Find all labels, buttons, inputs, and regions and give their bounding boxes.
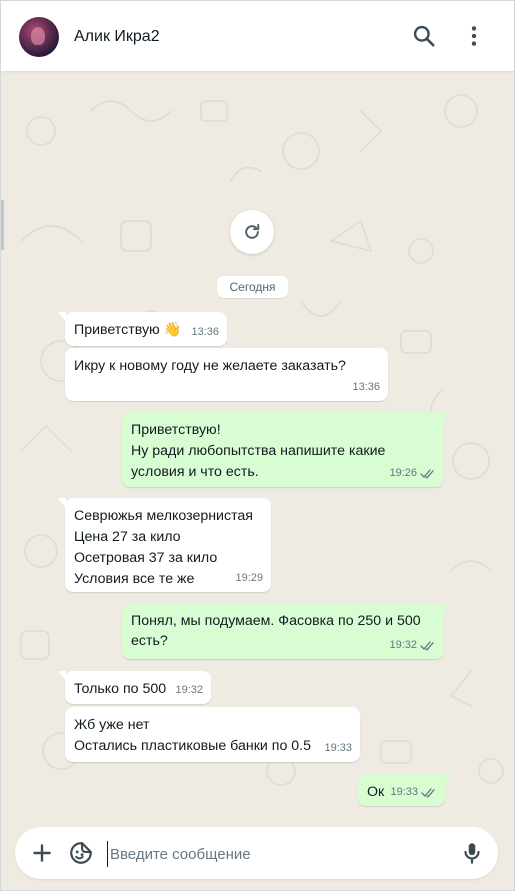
attach-button[interactable] [29, 840, 55, 866]
message-meta: 19:33 [390, 782, 437, 802]
microphone-icon [464, 843, 480, 864]
double-check-icon [420, 468, 434, 479]
message-incoming[interactable]: Приветствую 👋 13:36 [58, 312, 227, 346]
refresh-icon [245, 223, 260, 239]
menu-button[interactable] [461, 23, 487, 49]
message-incoming[interactable]: Только по 500 19:32 [58, 671, 211, 704]
message-text: Икру к новому году не желаете заказать? [74, 358, 346, 374]
double-check-icon [420, 640, 434, 651]
message-incoming[interactable]: Икру к новому году не желаете заказать? … [65, 348, 388, 401]
chat-window: Алик Икра2 Сегодня Приветствую 👋 13:36 И… [0, 0, 515, 891]
message-time: 19:26 [389, 467, 417, 479]
refresh-button[interactable] [230, 210, 274, 254]
message-text: Ок [367, 784, 385, 800]
message-incoming[interactable]: Жб уже нет Остались пластиковые банки по… [65, 707, 360, 762]
message-time: 19:32 [389, 639, 417, 651]
message-time: 13:36 [191, 326, 219, 338]
message-time: 19:32 [175, 684, 203, 696]
plus-icon [33, 844, 51, 862]
contact-avatar[interactable] [19, 17, 59, 57]
message-text: Только по 500 [74, 681, 167, 697]
scrollbar[interactable] [1, 200, 4, 250]
message-input[interactable] [107, 841, 452, 867]
message-time: 13:36 [352, 381, 380, 393]
message-text: Приветствую! Ну ради любопытства напишит… [131, 422, 386, 480]
sticker-button[interactable] [68, 840, 94, 866]
contact-name[interactable]: Алик Икра2 [74, 28, 160, 46]
chat-header: Алик Икра2 [1, 1, 514, 71]
message-text: Жб уже нет Остались пластиковые банки по… [74, 717, 312, 754]
message-meta: 19:26 [389, 463, 436, 483]
message-text: Приветствую 👋 [74, 322, 182, 338]
double-check-icon [421, 787, 435, 798]
search-icon [413, 25, 435, 47]
date-divider: Сегодня [217, 276, 288, 298]
message-meta: 19:32 [389, 635, 436, 655]
message-outgoing[interactable]: Ок 19:33 [358, 774, 452, 806]
message-incoming[interactable]: Севрюжья мелкозернистая Цена 27 за кило … [58, 498, 271, 592]
message-outgoing[interactable]: Понял, мы подумаем. Фасовка по 250 и 500… [122, 604, 451, 659]
voice-button[interactable] [459, 840, 485, 866]
message-composer [15, 827, 498, 879]
more-vertical-icon [471, 26, 477, 46]
message-time: 19:33 [324, 742, 352, 754]
message-time: 19:29 [235, 572, 263, 584]
sticker-icon [70, 842, 92, 864]
message-text: Севрюжья мелкозернистая Цена 27 за кило … [74, 508, 253, 587]
message-outgoing[interactable]: Приветствую! Ну ради любопытства напишит… [122, 412, 451, 487]
search-button[interactable] [411, 23, 437, 49]
message-time: 19:33 [390, 786, 418, 798]
